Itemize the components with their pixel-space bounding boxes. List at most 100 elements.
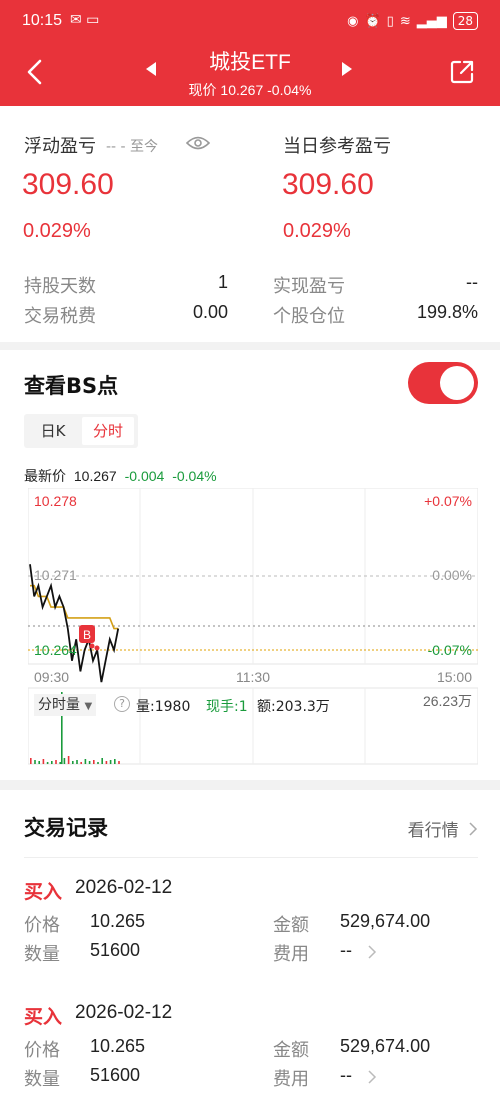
realized-pl-label: 实现盈亏 — [273, 276, 345, 297]
tax-fee-value: 0.00 — [192, 302, 228, 322]
y-label-low: 10.264 — [34, 642, 77, 658]
trade-qty: 51600 — [90, 1065, 141, 1085]
intraday-chart-svg: B 10.278 10.271 10.264 +0.07% 0.00% -0.0… — [28, 488, 478, 765]
volume-max: 26.23万 — [423, 693, 472, 709]
chevron-right-icon — [469, 822, 478, 836]
day-pl-label: 当日参考盈亏 — [283, 136, 391, 157]
y-label-high: 10.278 — [34, 493, 77, 509]
tab-intraday[interactable]: 分时 — [82, 417, 134, 445]
volume-amount: 额:203.3万 — [257, 699, 330, 715]
bs-points-card: 查看BS点 日K 分时 最新价 10.267 -0.004 -0.04% B 1… — [0, 350, 500, 780]
volume-bar — [51, 761, 53, 764]
eye-icon[interactable] — [186, 135, 210, 151]
signal-icon: ▂▄▆ — [416, 13, 447, 29]
volume-bar — [109, 760, 112, 764]
x-label-close: 15:00 — [437, 669, 472, 685]
chevron-right-icon — [368, 1070, 377, 1084]
alarm-icon: ⏰ — [364, 13, 381, 29]
trade-record[interactable]: 买入 2026-02-12 价格 10.265 金额 529,674.00 数量… — [0, 870, 500, 980]
trade-price: 10.265 — [90, 1036, 146, 1056]
status-bar: 10:15 ✉ ▭ ◉ ⏰ ▯ ≋ ▂▄▆ 28 — [0, 0, 500, 40]
volume-bar — [59, 762, 61, 764]
x-label-open: 09:30 — [34, 669, 69, 685]
latest-quote: 最新价 10.267 -0.004 -0.04% — [24, 466, 217, 486]
fee-label: 费用 — [273, 1069, 309, 1090]
bs-toggle[interactable] — [408, 362, 478, 404]
volume-bar — [80, 762, 82, 764]
amount-label: 金额 — [273, 1040, 309, 1061]
page-title: 城投ETF — [209, 51, 291, 74]
price-label: 价格 — [24, 1040, 60, 1061]
trade-date: 2026-02-12 — [75, 1002, 173, 1023]
pct-label-low: -0.07% — [428, 642, 472, 658]
trade-records-card: 交易记录 看行情 买入 2026-02-12 价格 10.265 金额 529,… — [0, 790, 500, 1111]
view-quote-link[interactable]: 看行情 — [408, 816, 478, 841]
volume-bar — [105, 761, 108, 764]
volume-bar — [114, 759, 116, 764]
notification-icons: ✉ ▭ — [70, 12, 100, 28]
volume-hand: 现手:1 — [206, 699, 248, 715]
qty-label: 数量 — [24, 944, 60, 965]
volume-bar — [42, 759, 45, 764]
hold-days-value: 1 — [217, 272, 228, 292]
float-pl-pct: 0.029% — [23, 220, 91, 242]
battery-icon: 28 — [452, 12, 478, 30]
trade-type: 买入 — [24, 1006, 63, 1028]
profit-loss-card: 浮动盈亏 -- - 至今 309.60 0.029% 当日参考盈亏 309.60… — [0, 106, 500, 342]
share-icon[interactable] — [448, 58, 476, 86]
bs-section-title: 查看BS点 — [24, 374, 119, 398]
volume-bar — [55, 760, 57, 764]
volume-bar — [118, 761, 120, 764]
vibrate-icon: ▯ — [386, 13, 394, 29]
amount-label: 金额 — [273, 915, 309, 936]
position-ratio-label: 个股仓位 — [273, 306, 345, 327]
buy-marker[interactable]: B — [79, 625, 100, 651]
hold-days-label: 持股天数 — [24, 276, 96, 297]
latest-pct: -0.04% — [172, 468, 217, 484]
intraday-chart[interactable]: B 10.278 10.271 10.264 +0.07% 0.00% -0.0… — [28, 488, 478, 768]
status-time: 10:15 — [22, 12, 63, 29]
float-pl-range[interactable]: -- - 至今 — [106, 136, 158, 156]
trade-record[interactable]: 买入 2026-02-12 价格 10.265 金额 529,674.00 数量… — [0, 995, 500, 1105]
trade-fee: -- — [340, 1065, 352, 1085]
trades-section-title: 交易记录 — [24, 816, 108, 840]
pct-label-mid: 0.00% — [432, 567, 472, 583]
volume-bar — [84, 759, 87, 764]
volume-bar — [97, 762, 99, 764]
next-stock-icon[interactable] — [342, 62, 352, 76]
realized-pl-value: -- — [466, 272, 478, 292]
volume-bar — [38, 761, 40, 764]
chevron-down-icon: ▼ — [84, 701, 93, 712]
current-price: 现价 10.267 -0.04% — [188, 82, 312, 98]
app-header: 10:15 ✉ ▭ ◉ ⏰ ▯ ≋ ▂▄▆ 28 城投ETF 现价 10.267… — [0, 0, 500, 106]
float-pl-value: 309.60 — [22, 168, 114, 201]
y-label-mid: 10.271 — [34, 567, 77, 583]
volume-bar — [88, 761, 91, 764]
buy-marker-dot-2 — [94, 645, 100, 651]
volume-bar — [101, 758, 103, 764]
volume-type-label: 分时量 — [38, 697, 80, 713]
tab-day-k[interactable]: 日K — [27, 417, 79, 445]
volume-bar — [63, 758, 66, 764]
buy-marker-label: B — [83, 628, 91, 642]
volume-bar — [34, 760, 36, 764]
latest-change: -0.004 — [124, 468, 165, 484]
toggle-knob — [440, 366, 474, 400]
float-pl-label: 浮动盈亏 — [24, 136, 96, 157]
trade-fee: -- — [340, 940, 352, 960]
qty-label: 数量 — [24, 1069, 60, 1090]
status-right-icons: ◉ ⏰ ▯ ≋ ▂▄▆ 28 — [347, 12, 478, 30]
price-label: 价格 — [24, 915, 60, 936]
volume-bar — [30, 758, 32, 764]
day-pl-value: 309.60 — [282, 168, 374, 201]
volume-qty: 量:1980 — [136, 699, 191, 715]
help-icon[interactable]: ? — [114, 696, 130, 712]
volume-bar — [46, 762, 49, 764]
fee-label: 费用 — [273, 944, 309, 965]
buy-marker-dot-1 — [89, 643, 95, 649]
pct-label-high: +0.07% — [424, 493, 472, 509]
volume-type-select[interactable]: 分时量 ▼ — [34, 694, 97, 716]
x-label-noon: 11:30 — [236, 669, 270, 685]
chart-period-tabs: 日K 分时 — [24, 414, 138, 448]
day-pl-pct: 0.029% — [283, 220, 351, 242]
